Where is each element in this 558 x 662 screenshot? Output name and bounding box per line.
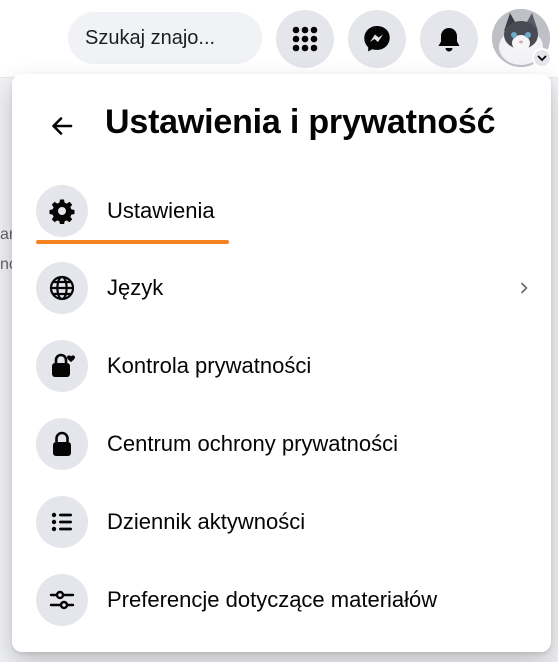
- menu-item-feed-preferences[interactable]: Preferencje dotyczące materiałów: [24, 565, 542, 635]
- menu-item-icon-wrapper: [36, 262, 88, 314]
- highlight-underline: [36, 240, 229, 244]
- menu-item-icon-wrapper: [36, 185, 88, 237]
- settings-privacy-panel: Ustawienia i prywatność Ustawienia Język: [12, 74, 551, 652]
- menu-item-label: Ustawienia: [107, 198, 215, 223]
- menu-item-label: Centrum ochrony prywatności: [107, 431, 399, 456]
- menu-button[interactable]: [276, 10, 334, 68]
- panel-header: Ustawienia i prywatność: [12, 96, 551, 156]
- menu-item-label: Preferencje dotyczące materiałów: [107, 587, 438, 612]
- menu-item-settings[interactable]: Ustawienia: [24, 176, 542, 246]
- chevron-down-icon: [537, 55, 547, 62]
- back-button[interactable]: [42, 106, 82, 146]
- messenger-icon: [364, 26, 390, 52]
- menu-item-language[interactable]: Język: [24, 253, 542, 323]
- menu-item-icon-wrapper: [36, 496, 88, 548]
- arrow-left-icon: [52, 117, 73, 135]
- gear-icon: [49, 199, 75, 224]
- top-navigation-bar: Szukaj znajo...: [0, 0, 558, 78]
- menu-item-privacy-center[interactable]: Centrum ochrony prywatności: [24, 409, 542, 479]
- menu-item-icon-wrapper: [36, 340, 88, 392]
- globe-icon: [49, 275, 75, 301]
- search-input[interactable]: Szukaj znajo...: [68, 12, 262, 64]
- menu-grid-icon: [292, 26, 318, 52]
- menu-item-label: Kontrola prywatności: [107, 353, 312, 378]
- menu-item-activity-log[interactable]: Dziennik aktywności: [24, 487, 542, 557]
- messenger-button[interactable]: [348, 10, 406, 68]
- notifications-button[interactable]: [420, 10, 478, 68]
- menu-item-label: Dziennik aktywności: [107, 509, 306, 534]
- notifications-bell-icon: [438, 28, 460, 52]
- chevron-right-icon: [514, 276, 534, 300]
- search-input-text: Szukaj znajo...: [85, 26, 216, 49]
- sliders-icon: [49, 590, 75, 610]
- menu-item-icon-wrapper: [36, 418, 88, 470]
- menu-item-icon-wrapper: [36, 574, 88, 626]
- menu-item-privacy-checkup[interactable]: Kontrola prywatności: [24, 331, 542, 401]
- account-menu-toggle[interactable]: [532, 48, 552, 68]
- lock-icon: [53, 431, 71, 456]
- list-icon: [51, 512, 72, 532]
- page-title: Ustawienia i prywatność: [105, 103, 496, 141]
- menu-item-label: Język: [107, 275, 164, 300]
- lock-heart-icon: [52, 353, 75, 377]
